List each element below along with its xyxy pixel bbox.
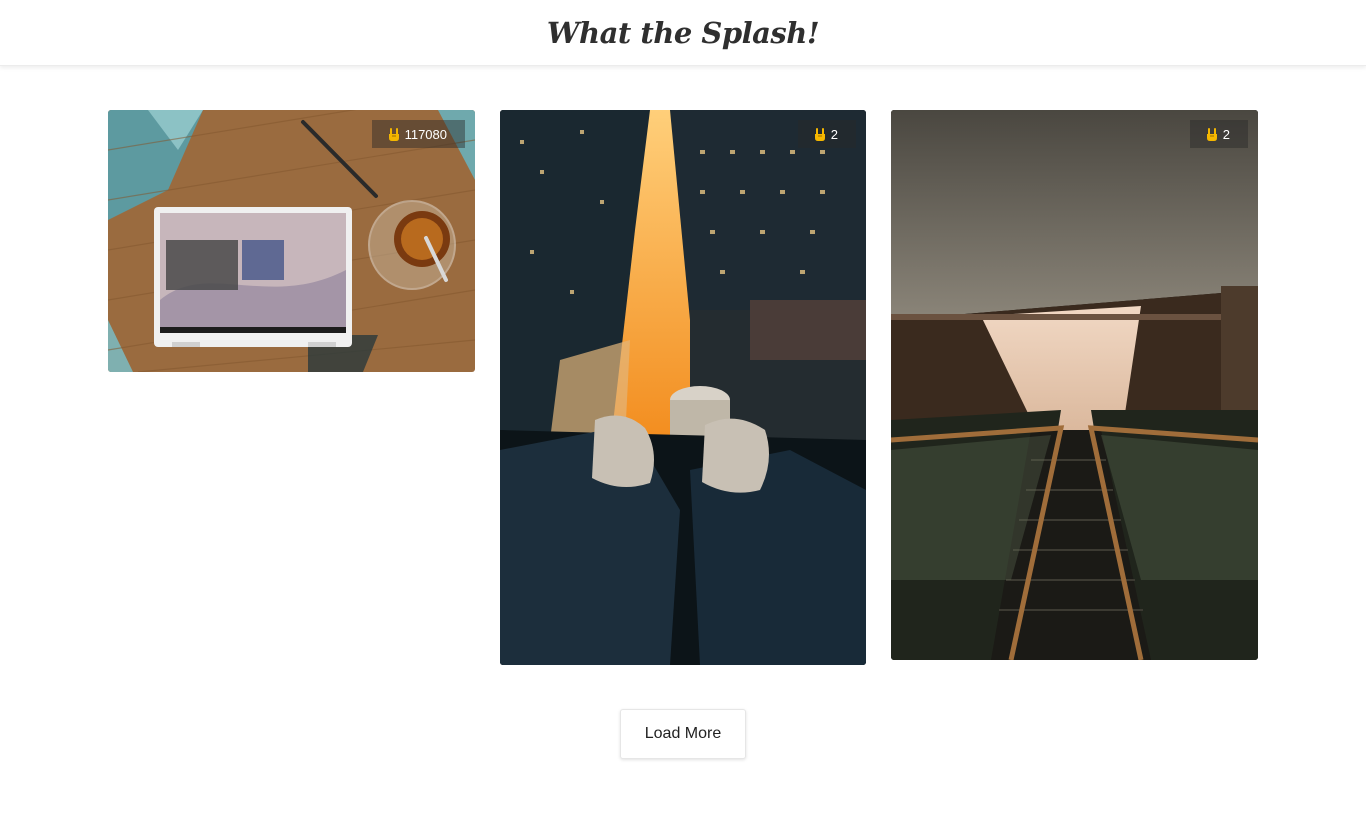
likes-badge: 117080 <box>371 120 465 148</box>
app-header: What the Splash! <box>0 0 1366 66</box>
rock-hand-icon <box>388 127 399 141</box>
load-more-button[interactable]: Load More <box>620 709 746 759</box>
photo-escalator <box>891 110 1258 660</box>
rock-hand-icon <box>814 127 825 141</box>
likes-count: 2 <box>830 126 838 142</box>
likes-badge: 2 <box>1189 120 1248 148</box>
likes-badge: 2 <box>797 120 856 148</box>
photo-rooftop-city <box>500 110 866 665</box>
photo-laptop-tea <box>108 110 475 372</box>
photo-card[interactable]: 2 <box>500 110 866 665</box>
likes-count: 2 <box>1222 126 1230 142</box>
rock-hand-icon <box>1206 127 1217 141</box>
likes-count: 117080 <box>404 126 447 142</box>
photo-card[interactable]: 117080 <box>108 110 475 372</box>
app-title: What the Splash! <box>546 15 820 50</box>
photo-card[interactable]: 2 <box>891 110 1258 660</box>
